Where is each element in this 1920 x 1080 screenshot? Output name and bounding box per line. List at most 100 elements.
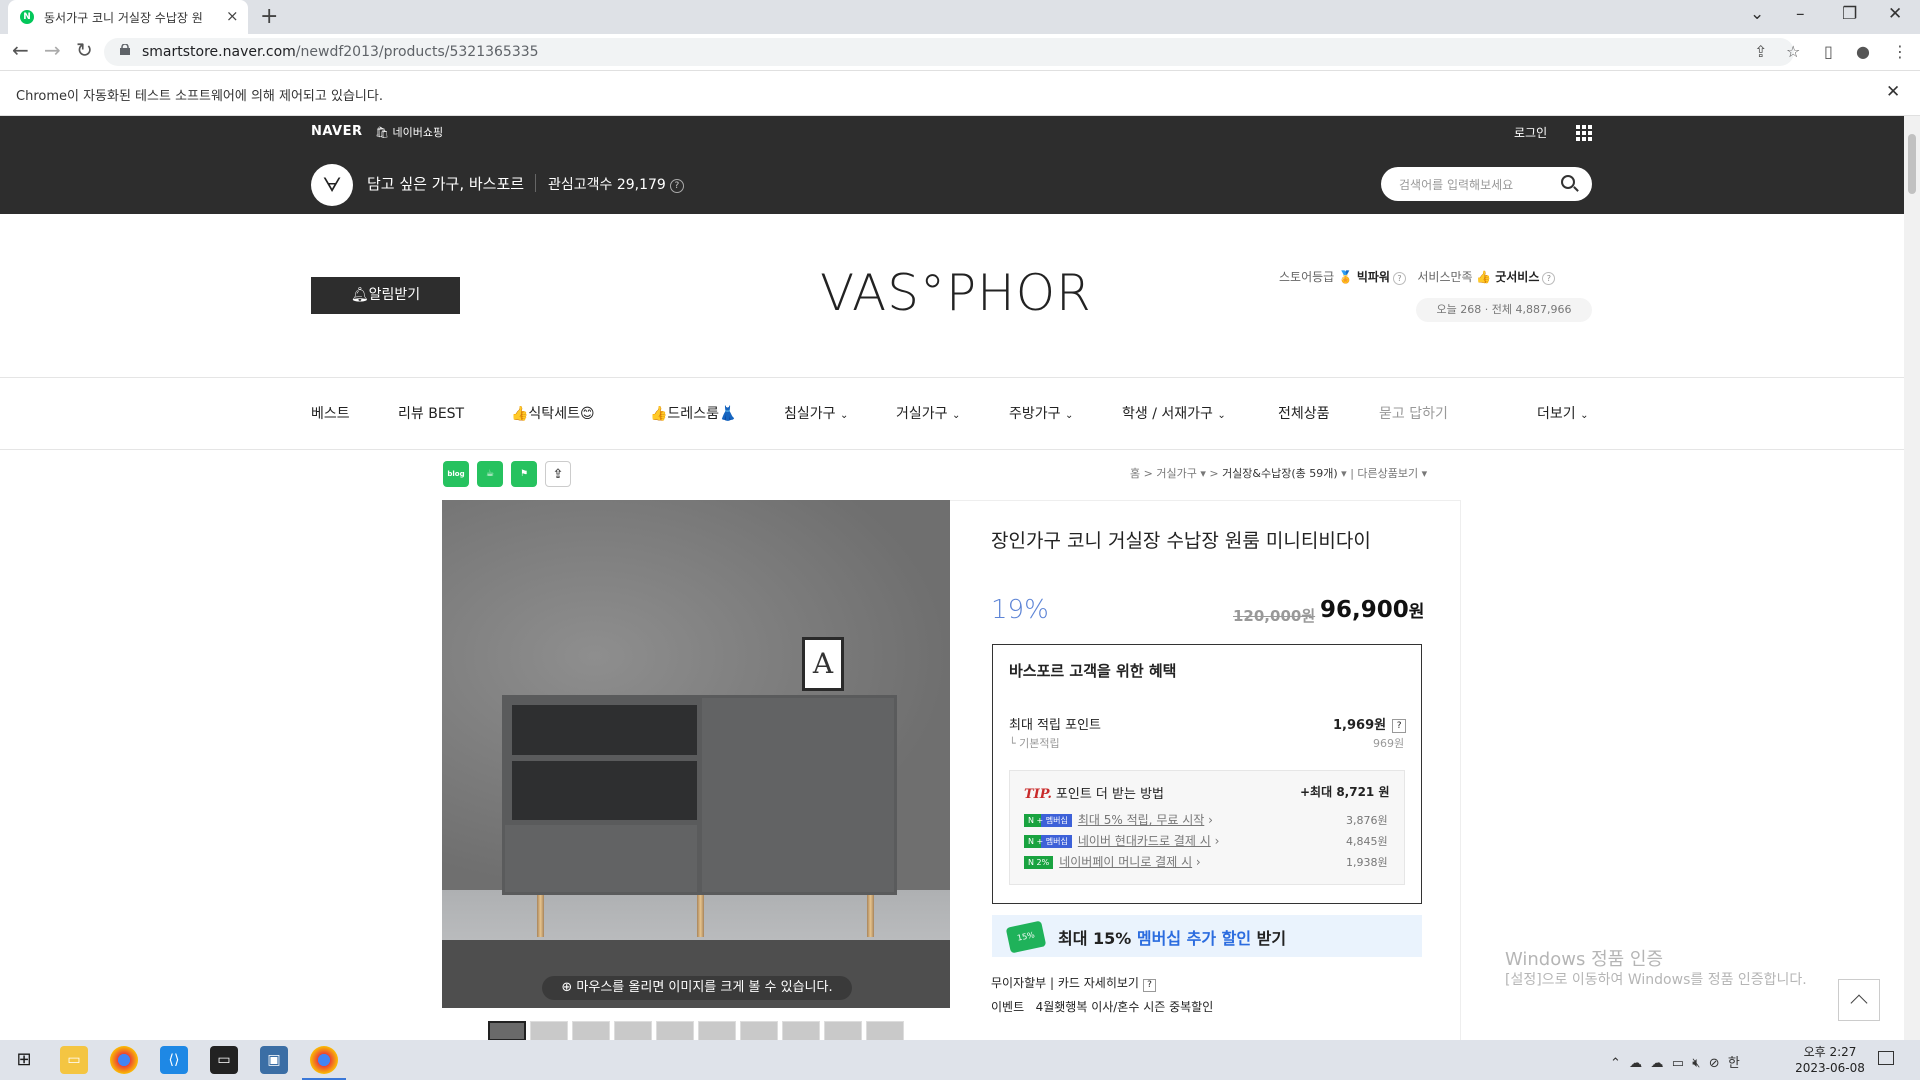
chevron-down-icon: ⌄: [839, 410, 849, 421]
thumbnail[interactable]: [740, 1021, 778, 1040]
new-tab-button[interactable]: +: [260, 4, 278, 29]
share-icon[interactable]: ⇪: [545, 461, 571, 487]
chevron-up-icon[interactable]: ⌃: [1610, 1056, 1621, 1071]
thumbnail[interactable]: [656, 1021, 694, 1040]
network-icon[interactable]: ☁: [1629, 1056, 1642, 1071]
chrome-icon[interactable]: [110, 1046, 138, 1074]
medal-icon: 🏅: [1338, 270, 1353, 284]
thumbnail[interactable]: [572, 1021, 610, 1040]
bookmark-share-icon[interactable]: ⚑: [511, 461, 537, 487]
scroll-to-top-button[interactable]: [1838, 979, 1880, 1021]
event-link[interactable]: 4월횃행복 이사/혼수 시즌 중복할인: [1036, 1000, 1214, 1014]
naver-logo[interactable]: NAVER: [311, 124, 363, 139]
nav-dressroom[interactable]: 👍드레스룸👗: [650, 403, 736, 423]
tip-row[interactable]: N + 멤버십 네이버 현대카드로 결제 시 ›: [1024, 832, 1219, 849]
tab-search-icon[interactable]: ⌄: [1750, 4, 1764, 24]
thumbnail[interactable]: [530, 1021, 568, 1040]
search-icon[interactable]: [1561, 175, 1575, 189]
scrollbar-thumb[interactable]: [1908, 134, 1916, 194]
help-icon[interactable]: ?: [1392, 272, 1406, 285]
nav-review-best[interactable]: 리뷰 BEST: [398, 403, 464, 423]
activation-watermark-text: [설정]으로 이동하여 Windows를 정품 인증합니다.: [1505, 972, 1807, 988]
cafe-share-icon[interactable]: ☕: [477, 461, 503, 487]
login-link[interactable]: 로그인: [1514, 124, 1547, 141]
display-icon[interactable]: ▭: [1672, 1056, 1684, 1071]
reload-icon[interactable]: ↻: [76, 38, 93, 62]
nav-living-room[interactable]: 거실가구 ⌄: [896, 403, 960, 423]
nav-all-products[interactable]: 전체상품: [1278, 403, 1330, 423]
breadcrumb-living-room[interactable]: 거실가구: [1156, 467, 1196, 480]
breadcrumb-home[interactable]: 홈: [1130, 467, 1140, 480]
infobar-close-icon[interactable]: ✕: [1886, 82, 1900, 102]
tab-strip: N 동서가구 코니 거실장 수납장 원 × + ⌄ – ❐ ✕: [0, 0, 1920, 34]
thumbnail[interactable]: [824, 1021, 862, 1040]
other-products-link[interactable]: 다른상품보기: [1357, 467, 1418, 480]
nav-more[interactable]: 더보기 ⌄: [1537, 403, 1588, 423]
nav-dining-set[interactable]: 👍식탁세트😊: [511, 403, 595, 423]
thumbnail[interactable]: [698, 1021, 736, 1040]
visit-count: 오늘 268 · 전체 4,887,966: [1416, 298, 1592, 322]
store-name[interactable]: 담고 싶은 가구, 바스포르: [367, 173, 524, 194]
membership-banner[interactable]: 15% 최대 15% 멤버십 추가 할인 받기: [992, 915, 1422, 957]
store-logo[interactable]: ᗄ: [311, 164, 353, 206]
tip-row[interactable]: N + 멤버십 최대 5% 적립, 무료 시작 ›: [1024, 811, 1213, 828]
chrome-active-icon[interactable]: [302, 1046, 346, 1080]
windows-start-icon[interactable]: ⊞: [10, 1046, 38, 1074]
nav-kitchen[interactable]: 주방가구 ⌄: [1009, 403, 1073, 423]
benefit-heading: 바스포르 고객을 위한 혜택: [1009, 662, 1177, 680]
help-icon[interactable]: ?: [669, 179, 684, 193]
product-title: 장인가구 코니 거실장 수납장 원룸 미니티비다이: [991, 530, 1371, 552]
help-icon[interactable]: ?: [1142, 979, 1156, 992]
cabinet-leg: [697, 895, 704, 937]
clock-date: 2023-06-08: [1795, 1061, 1865, 1075]
store-search[interactable]: 검색어를 입력해보세요: [1381, 167, 1592, 201]
help-icon[interactable]: ?: [1392, 719, 1407, 733]
back-icon[interactable]: ←: [12, 38, 29, 62]
close-tab-icon[interactable]: ×: [226, 7, 239, 25]
blocked-icon[interactable]: ⊘: [1709, 1056, 1720, 1071]
side-panel-icon[interactable]: ▯: [1824, 42, 1833, 61]
python-icon[interactable]: ▣: [260, 1046, 288, 1074]
file-explorer-icon[interactable]: ▭: [60, 1046, 88, 1074]
lock-icon: [120, 44, 130, 55]
profile-icon[interactable]: ●: [1856, 42, 1870, 61]
close-window-button[interactable]: ✕: [1888, 4, 1902, 24]
chevron-down-icon: ⌄: [951, 410, 961, 421]
system-tray: ⌃ ☁ ☁ ▭ 🔇︎ ⊘ 한: [1610, 1052, 1740, 1071]
notification-subscribe-button[interactable]: 🔔︎알림받기: [311, 277, 460, 314]
brand-logo[interactable]: VAS°PHOR: [820, 264, 1092, 322]
onedrive-icon[interactable]: ☁: [1650, 1056, 1663, 1071]
help-icon[interactable]: ?: [1542, 272, 1556, 285]
minimize-button[interactable]: –: [1796, 4, 1805, 24]
open-shelf: [512, 705, 697, 820]
nav-best[interactable]: 베스트: [311, 403, 350, 423]
browser-tab[interactable]: N 동서가구 코니 거실장 수납장 원 ×: [8, 0, 248, 34]
breadcrumb-storage[interactable]: 거실장&수납장(총 59개): [1222, 467, 1338, 480]
share-icon[interactable]: ⇪: [1754, 42, 1767, 61]
bookmark-star-icon[interactable]: ☆: [1786, 42, 1800, 61]
tip-row[interactable]: N 2% 네이버페이 머니로 결제 시 ›: [1024, 853, 1201, 870]
thumbnail[interactable]: [866, 1021, 904, 1040]
thumbnail[interactable]: [488, 1021, 526, 1040]
page-scrollbar[interactable]: [1904, 116, 1920, 1040]
card-detail-link[interactable]: 카드 자세히보기: [1058, 976, 1139, 990]
nav-qna[interactable]: 묻고 답하기: [1379, 403, 1448, 423]
address-bar[interactable]: smartstore.naver.com/newdf2013/products/…: [104, 38, 1794, 66]
naver-shopping-link[interactable]: 🛍 네이버쇼핑: [375, 124, 443, 140]
thumbnail[interactable]: [782, 1021, 820, 1040]
nav-bedroom[interactable]: 침실가구 ⌄: [784, 403, 848, 423]
blog-share-icon[interactable]: blog: [443, 461, 469, 487]
vscode-icon[interactable]: ⟨⟩: [160, 1046, 188, 1074]
maximize-button[interactable]: ❐: [1842, 4, 1857, 24]
ime-indicator[interactable]: 한: [1728, 1056, 1740, 1071]
volume-icon[interactable]: 🔇︎: [1692, 1056, 1700, 1071]
menu-icon[interactable]: ⋮: [1892, 42, 1908, 61]
thumbnail[interactable]: [614, 1021, 652, 1040]
terminal-icon[interactable]: ▭: [210, 1046, 238, 1074]
product-main-image[interactable]: A ⊕ 마우스를 올리면 이미지를 크게 볼 수 있습니다.: [442, 500, 950, 1008]
apps-grid-icon[interactable]: [1576, 125, 1592, 141]
nav-student-study[interactable]: 학생 / 서재가구 ⌄: [1122, 403, 1226, 423]
clock[interactable]: 오후 2:27 2023-06-08: [1790, 1044, 1870, 1076]
forward-icon[interactable]: →: [44, 38, 61, 62]
notification-icon[interactable]: [1878, 1051, 1894, 1065]
